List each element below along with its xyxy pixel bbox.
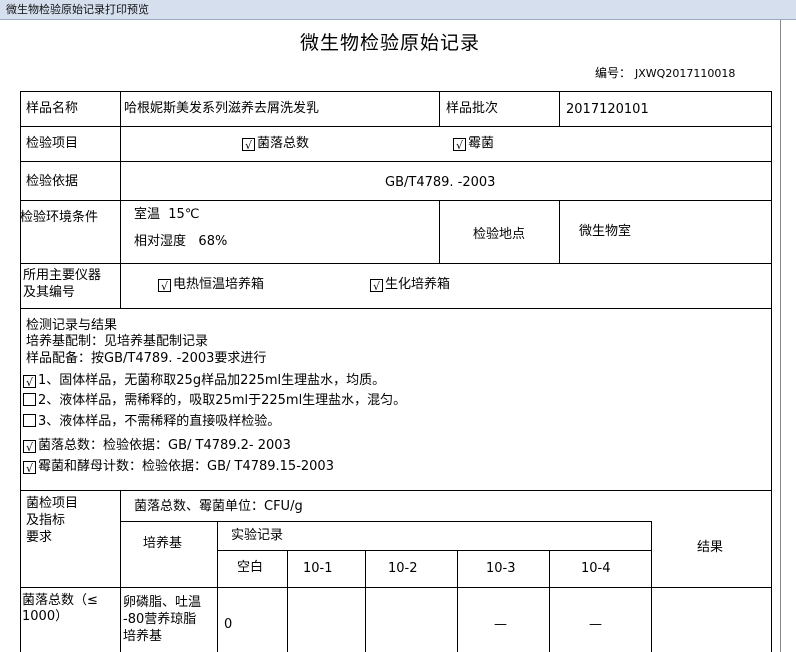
option-checkbox[interactable]: √ bbox=[23, 375, 36, 389]
mold-label: 霉菌 bbox=[468, 136, 495, 151]
experiment-record-header: 实验记录 bbox=[231, 528, 284, 543]
option-text: 霉菌和酵母计数：检验依据：GB/ T4789.15-2003 bbox=[38, 459, 334, 474]
sample-name-label: 样品名称 bbox=[26, 101, 79, 116]
test-item-colony-count: √ 菌落总数 bbox=[242, 136, 309, 152]
row-medium-line2: -80营养琼脂 bbox=[123, 612, 197, 627]
row-medium-line1: 卵磷脂、吐温 bbox=[123, 595, 202, 610]
sample-batch-label: 样品批次 bbox=[446, 101, 499, 116]
result-header: 结果 bbox=[697, 540, 724, 555]
record-heading: 检测记录与结果 bbox=[26, 318, 118, 333]
incubator-label: 电热恒温培养箱 bbox=[173, 277, 265, 292]
option-text: 3、液体样品，不需稀释的直接吸样检验。 bbox=[38, 414, 281, 429]
option-text: 2、液体样品，需稀释的，吸取25ml于225ml生理盐水，混匀。 bbox=[38, 393, 407, 408]
col-dilution-4: 10-4 bbox=[581, 561, 611, 576]
option-checkbox[interactable]: √ bbox=[23, 461, 36, 475]
colony-count-label: 菌落总数 bbox=[257, 136, 310, 151]
sample-batch-value: 2017120101 bbox=[566, 102, 649, 117]
medium-prep-line: 培养基配制：见培养基配制记录 bbox=[26, 334, 209, 349]
option-text: 菌落总数：检验依据：GB/ T4789.2- 2003 bbox=[38, 438, 291, 453]
env-label: 检验环境条件 bbox=[20, 210, 99, 225]
option-checkbox[interactable]: √ bbox=[23, 440, 36, 454]
row-blank-value: 0 bbox=[224, 617, 233, 632]
row-item-line1: 菌落总数（≤ bbox=[22, 593, 98, 608]
option-solid-sample: √ 1、固体样品，无菌称取25g样品加225ml生理盐水，均质。 bbox=[23, 373, 385, 389]
unit-line: 菌落总数、霉菌单位：CFU/g bbox=[134, 499, 303, 514]
sample-prep-line: 样品配备：按GB/T4789. -2003要求进行 bbox=[26, 351, 267, 366]
instruments-label-line2: 及其编号 bbox=[23, 285, 76, 300]
medium-header: 培养基 bbox=[143, 536, 183, 551]
colony-count-checkbox[interactable]: √ bbox=[242, 138, 255, 152]
basis-label: 检验依据 bbox=[26, 174, 79, 189]
incubator-checkbox[interactable]: √ bbox=[158, 279, 171, 293]
row-dilution-4-value: — bbox=[589, 617, 602, 632]
option-text: 1、固体样品，无菌称取25g样品加225ml生理盐水，均质。 bbox=[38, 373, 386, 388]
requirement-label-line1: 菌检项目 bbox=[26, 496, 79, 511]
instrument-bio-incubator: √ 生化培养箱 bbox=[370, 277, 450, 293]
temp-value: 15℃ bbox=[168, 207, 200, 222]
col-dilution-2: 10-2 bbox=[388, 561, 418, 576]
col-dilution-1: 10-1 bbox=[303, 561, 333, 576]
place-value: 微生物室 bbox=[579, 224, 632, 239]
basis-value: GB/T4789. -2003 bbox=[385, 175, 496, 190]
option-colony-basis: √ 菌落总数：检验依据：GB/ T4789.2- 2003 bbox=[23, 438, 291, 454]
instrument-incubator: √ 电热恒温培养箱 bbox=[158, 277, 264, 293]
col-blank: 空白 bbox=[237, 560, 264, 575]
mold-checkbox[interactable]: √ bbox=[453, 138, 466, 152]
humidity-label: 相对湿度 bbox=[134, 234, 187, 249]
bio-incubator-label: 生化培养箱 bbox=[385, 277, 451, 292]
bio-incubator-checkbox[interactable]: √ bbox=[370, 279, 383, 293]
option-checkbox[interactable] bbox=[23, 393, 36, 406]
requirement-label-line2: 及指标 bbox=[26, 513, 66, 528]
option-mold-yeast-basis: √ 霉菌和酵母计数：检验依据：GB/ T4789.15-2003 bbox=[23, 459, 334, 475]
humidity-value: 68% bbox=[198, 234, 228, 249]
option-checkbox[interactable] bbox=[23, 414, 36, 427]
row-medium-line3: 培养基 bbox=[123, 629, 163, 644]
place-label: 检验地点 bbox=[473, 227, 526, 242]
row-dilution-3-value: — bbox=[494, 617, 507, 632]
instruments-label-line1: 所用主要仪器 bbox=[23, 268, 102, 283]
option-liquid-direct: 3、液体样品，不需稀释的直接吸样检验。 bbox=[23, 414, 280, 430]
record-table-grid bbox=[20, 91, 772, 652]
room-temperature: 室温 15℃ bbox=[134, 207, 199, 223]
temp-label: 室温 bbox=[134, 207, 161, 222]
col-dilution-3: 10-3 bbox=[486, 561, 516, 576]
test-item-mold: √ 霉菌 bbox=[453, 136, 494, 152]
row-item-line2: 1000） bbox=[22, 609, 69, 624]
sample-name-value: 哈根妮斯美发系列滋养去屑洗发乳 bbox=[124, 101, 320, 116]
test-items-label: 检验项目 bbox=[26, 136, 79, 151]
option-liquid-dilute: 2、液体样品，需稀释的，吸取25ml于225ml生理盐水，混匀。 bbox=[23, 393, 406, 409]
relative-humidity: 相对湿度 68% bbox=[134, 234, 227, 250]
requirement-label-line3: 要求 bbox=[26, 530, 53, 545]
